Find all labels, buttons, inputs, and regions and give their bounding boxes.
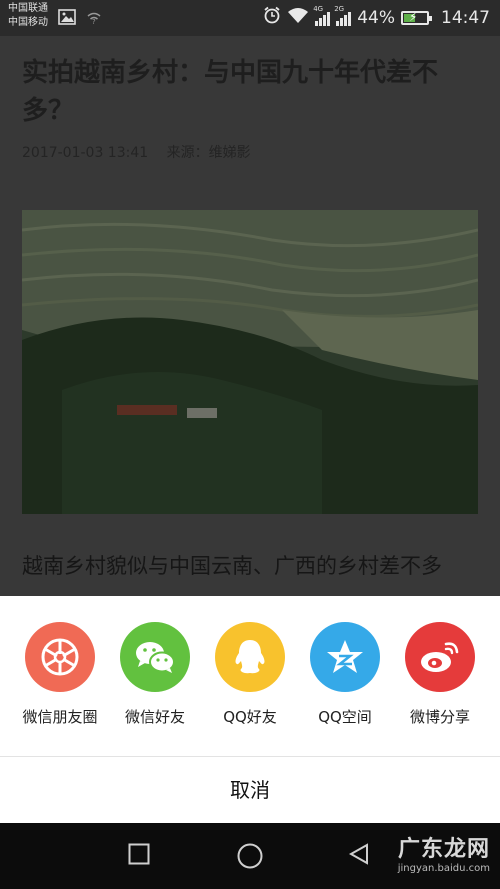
cancel-button[interactable]: 取消 bbox=[0, 757, 500, 823]
notification-icons: ? bbox=[58, 9, 102, 29]
article-date: 2017-01-03 13:41 bbox=[22, 145, 149, 161]
battery-percent: 44% bbox=[357, 7, 395, 28]
article-photo bbox=[22, 210, 478, 514]
share-label: 微信朋友圈 bbox=[22, 708, 98, 726]
article-title: 实拍越南乡村：与中国九十年代差不多？ bbox=[22, 58, 439, 126]
share-weibo-button[interactable]: 微博分享 bbox=[392, 622, 488, 727]
alarm-icon bbox=[263, 6, 281, 29]
share-label: QQ空间 bbox=[318, 708, 372, 726]
moments-shutter-icon[interactable] bbox=[25, 622, 95, 692]
article-paragraph: 越南乡村貌似与中国云南、广西的乡村差不多 bbox=[22, 554, 442, 578]
article-content: 实拍越南乡村：与中国九十年代差不多？ 2017-01-03 13:41 来源：维… bbox=[0, 36, 500, 596]
battery-icon: ⚡ bbox=[401, 10, 432, 25]
qzone-star-icon[interactable] bbox=[310, 622, 380, 692]
share-wechat-button[interactable]: 微信好友 bbox=[107, 622, 203, 727]
share-label: 微信好友 bbox=[124, 708, 185, 726]
share-label: QQ好友 bbox=[223, 708, 277, 726]
carrier-2: 中国移动 bbox=[8, 17, 48, 28]
status-bar: 中国联通 中国移动 ? 4G 2G 44% ⚡ 14:47 bbox=[0, 0, 500, 36]
share-moments-button[interactable]: 微信朋友圈 bbox=[12, 622, 108, 727]
wifi-question-icon: ? bbox=[86, 10, 102, 29]
watermark-main: 广东龙网 bbox=[397, 837, 490, 862]
image-notification-icon bbox=[58, 9, 76, 29]
home-icon[interactable] bbox=[237, 843, 263, 873]
share-qzone-button[interactable]: QQ空间 bbox=[297, 622, 393, 727]
navigation-bar: 广东龙网 jingyan.baidu.com bbox=[0, 823, 500, 889]
clock: 14:47 bbox=[441, 7, 490, 28]
carrier-names: 中国联通 中国移动 bbox=[8, 2, 48, 30]
qq-penguin-icon[interactable] bbox=[215, 622, 285, 692]
signal-icon-1: 4G bbox=[313, 5, 331, 26]
share-qq-button[interactable]: QQ好友 bbox=[202, 622, 298, 727]
svg-text:?: ? bbox=[92, 18, 96, 25]
watermark-sub: jingyan.baidu.com bbox=[397, 863, 490, 874]
wifi-icon bbox=[287, 7, 309, 28]
share-sheet: 微信朋友圈 微信好友 QQ好友 QQ空间 微博分享 取消 bbox=[0, 596, 500, 823]
article-meta: 2017-01-03 13:41 来源：维娣影 bbox=[22, 142, 265, 162]
weibo-icon[interactable] bbox=[405, 622, 475, 692]
watermark: 广东龙网 jingyan.baidu.com bbox=[398, 831, 490, 874]
recent-apps-icon[interactable] bbox=[128, 843, 150, 869]
share-label: 微博分享 bbox=[409, 708, 470, 726]
carrier-1: 中国联通 bbox=[8, 3, 48, 14]
article-source: 来源：维娣影 bbox=[166, 145, 251, 161]
status-right: 4G 2G 44% ⚡ 14:47 bbox=[263, 5, 490, 29]
back-icon[interactable] bbox=[348, 843, 370, 869]
signal-icon-2: 2G bbox=[334, 5, 352, 26]
share-options: 微信朋友圈 微信好友 QQ好友 QQ空间 微博分享 bbox=[0, 622, 500, 732]
wechat-icon[interactable] bbox=[120, 622, 190, 692]
